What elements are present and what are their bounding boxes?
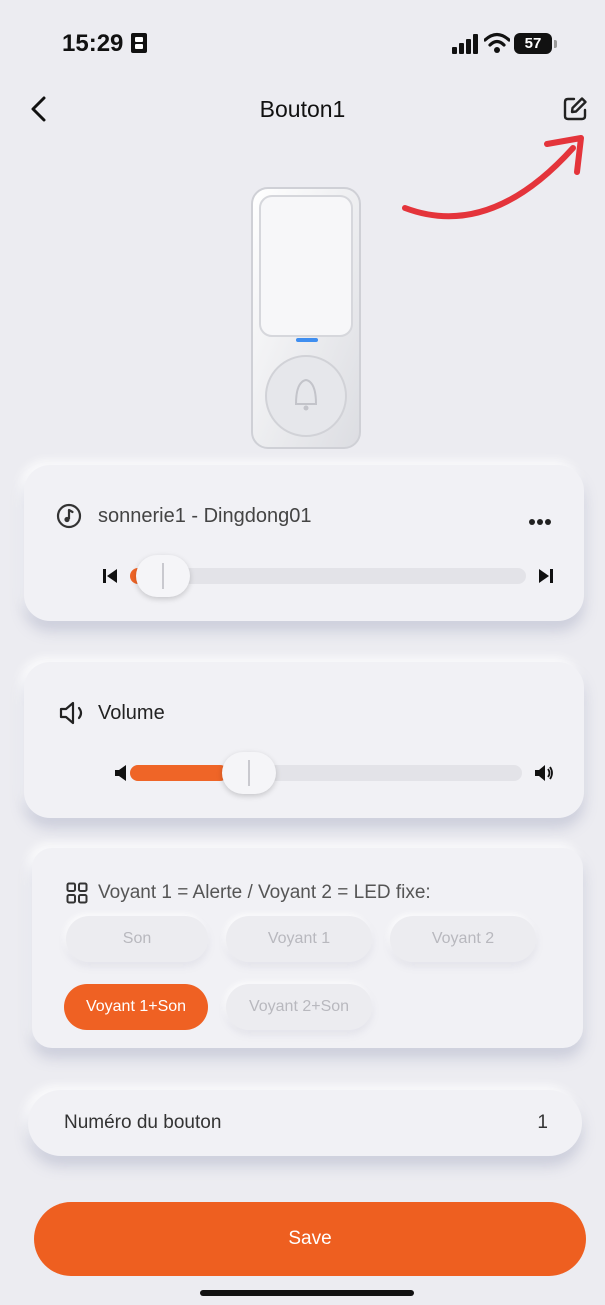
status-bar: 15:29 57 xyxy=(0,0,605,90)
volume-card: Volume xyxy=(24,662,584,818)
volume-track[interactable] xyxy=(130,765,522,781)
mode-option-son[interactable]: Son xyxy=(66,916,208,962)
volume-high-icon xyxy=(534,765,554,786)
skip-next-icon[interactable] xyxy=(538,568,554,589)
ringtone-label[interactable]: sonnerie1 - Dingdong01 xyxy=(98,505,312,528)
mode-card: Voyant 1 = Alerte / Voyant 2 = LED fixe:… xyxy=(32,848,583,1048)
speaker-icon xyxy=(58,700,92,731)
volume-fill xyxy=(130,765,228,781)
home-indicator xyxy=(200,1290,414,1296)
music-note-icon xyxy=(56,503,82,534)
volume-label: Volume xyxy=(98,702,165,724)
volume-thumb[interactable] xyxy=(222,752,276,794)
save-button[interactable]: Save xyxy=(34,1202,586,1276)
battery-tip xyxy=(554,40,557,48)
page-title: Bouton1 xyxy=(259,96,346,122)
button-number-value: 1 xyxy=(537,1112,548,1133)
wifi-icon xyxy=(483,32,511,59)
button-number-row[interactable]: Numéro du bouton 1 xyxy=(28,1090,582,1156)
status-time: 15:29 xyxy=(62,30,124,57)
edit-button[interactable] xyxy=(560,94,590,124)
cellular-signal-icon xyxy=(452,34,480,59)
mode-option-voyant-1[interactable]: Voyant 1 xyxy=(226,916,372,962)
annotation-arrow-icon xyxy=(402,135,584,220)
mode-option-voyant-2-son[interactable]: Voyant 2+Son xyxy=(226,984,372,1030)
grid-icon xyxy=(66,882,88,909)
mode-label: Voyant 1 = Alerte / Voyant 2 = LED fixe: xyxy=(98,882,431,903)
skip-previous-icon[interactable] xyxy=(102,568,118,589)
ringtone-progress-thumb[interactable] xyxy=(136,555,190,597)
nav-bar: Bouton1 xyxy=(0,86,605,136)
more-icon[interactable] xyxy=(528,513,552,531)
sim-card-icon xyxy=(130,32,148,59)
edit-icon xyxy=(563,97,587,121)
mode-option-voyant-2[interactable]: Voyant 2 xyxy=(390,916,536,962)
volume-low-icon xyxy=(114,765,128,786)
doorbell-button-image xyxy=(251,187,361,449)
ringtone-card: sonnerie1 - Dingdong01 xyxy=(24,465,584,621)
mode-option-voyant-1-son[interactable]: Voyant 1+Son xyxy=(64,984,208,1030)
button-number-label: Numéro du bouton xyxy=(64,1112,222,1133)
battery-icon: 57 xyxy=(514,33,552,54)
